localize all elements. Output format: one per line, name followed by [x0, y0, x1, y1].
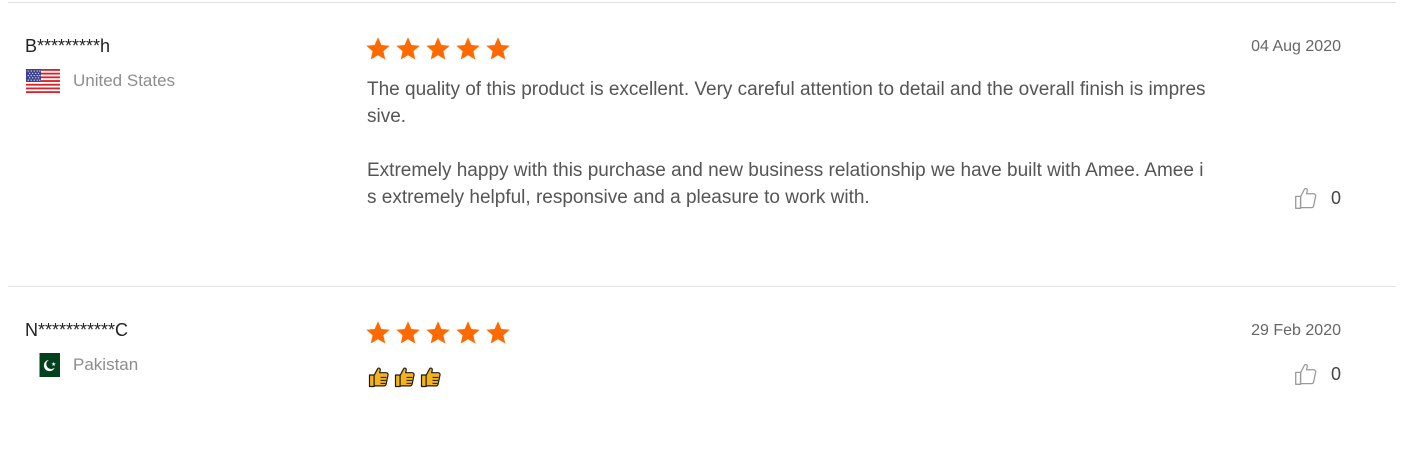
- thumbs-up-emoji-icon: [367, 365, 392, 389]
- helpful-count: 0: [1330, 363, 1341, 384]
- helpful-button[interactable]: 0: [1293, 361, 1341, 387]
- us-flag-icon: [26, 69, 60, 93]
- star-icon: [485, 36, 511, 62]
- star-icon: [455, 320, 481, 346]
- star-icon: [455, 36, 481, 62]
- top-divider: [8, 2, 1396, 3]
- review-text: The quality of this product is excellent…: [367, 76, 1207, 211]
- star-icon: [485, 320, 511, 346]
- star-icon: [425, 320, 451, 346]
- star-icon: [395, 36, 421, 62]
- pakistan-flag-icon: [33, 353, 60, 377]
- thumbs-up-emoji-icon: [419, 365, 444, 389]
- star-icon: [395, 320, 421, 346]
- review-divider: [8, 286, 1396, 287]
- reviewer-name: B*********h: [25, 36, 111, 56]
- thumbs-up-outline-icon[interactable]: [1293, 185, 1319, 211]
- reviewer-country: United States: [26, 69, 175, 93]
- star-icon: [365, 36, 391, 62]
- review-emoji-text: [367, 365, 444, 389]
- review-paragraph: Extremely happy with this purchase and n…: [367, 160, 1204, 208]
- helpful-button[interactable]: 0: [1293, 185, 1341, 211]
- star-rating: [365, 36, 511, 62]
- star-rating: [365, 320, 511, 346]
- reviewer-country: Pakistan: [33, 353, 138, 377]
- star-icon: [425, 36, 451, 62]
- review-date: 04 Aug 2020: [1251, 38, 1341, 55]
- review-paragraph: The quality of this product is excellent…: [367, 79, 1206, 127]
- country-label: United States: [73, 71, 176, 90]
- reviews-list: B*********h United States The quality of…: [0, 0, 1406, 462]
- country-label: Pakistan: [73, 355, 139, 374]
- thumbs-up-emoji-icon: [393, 365, 418, 389]
- thumbs-up-outline-icon[interactable]: [1293, 361, 1319, 387]
- helpful-count: 0: [1330, 187, 1341, 208]
- reviewer-name: N***********C: [25, 320, 129, 340]
- star-icon: [365, 320, 391, 346]
- review-date: 29 Feb 2020: [1251, 322, 1341, 339]
